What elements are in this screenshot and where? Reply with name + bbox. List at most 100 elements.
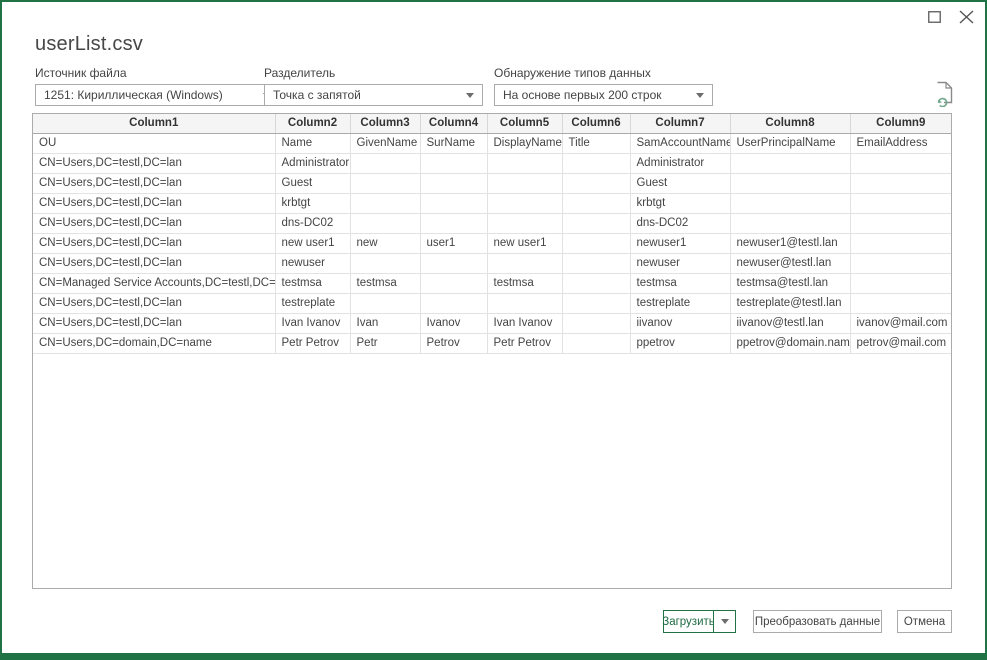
table-row: CN=Users,DC=testl,DC=lankrbtgtkrbtgt — [33, 193, 951, 213]
table-cell: new user1 — [487, 233, 562, 253]
column-header: Column3 — [350, 114, 420, 133]
load-button[interactable]: Загрузить — [663, 610, 714, 633]
table-cell: CN=Users,DC=testl,DC=lan — [33, 313, 275, 333]
table-cell: DisplayName — [487, 133, 562, 153]
type-detection-select[interactable]: На основе первых 200 строк — [494, 84, 713, 106]
table-cell — [487, 293, 562, 313]
table-cell — [730, 213, 850, 233]
table-cell — [420, 273, 487, 293]
table-cell: testreplate — [630, 293, 730, 313]
table-cell — [850, 273, 951, 293]
delimiter-select[interactable]: Точка с запятой — [264, 84, 483, 106]
table-cell — [730, 173, 850, 193]
table-cell: Petr — [350, 333, 420, 353]
table-cell: user1 — [420, 233, 487, 253]
maximize-icon — [928, 11, 941, 23]
table-cell — [420, 293, 487, 313]
table-cell: iivanov@testl.lan — [730, 313, 850, 333]
file-origin-field: Источник файла 1251: Кириллическая (Wind… — [35, 66, 280, 106]
column-header: Column1 — [33, 114, 275, 133]
data-preview-table: Column1Column2Column3Column4Column5Colum… — [32, 113, 952, 589]
table-cell — [562, 193, 630, 213]
table-cell: petrov@mail.com — [850, 333, 951, 353]
table-cell: newuser1 — [630, 233, 730, 253]
table-cell: EmailAddress — [850, 133, 951, 153]
table-cell — [562, 313, 630, 333]
table-cell: CN=Users,DC=testl,DC=lan — [33, 253, 275, 273]
column-header: Column5 — [487, 114, 562, 133]
table-cell — [730, 193, 850, 213]
table-cell — [350, 253, 420, 273]
table-cell: newuser1@testl.lan — [730, 233, 850, 253]
table-header-row: Column1Column2Column3Column4Column5Colum… — [33, 114, 951, 133]
table-cell — [487, 213, 562, 233]
table-cell: testmsa — [630, 273, 730, 293]
table-cell — [350, 153, 420, 173]
type-detection-value: На основе первых 200 строк — [503, 88, 690, 102]
table-cell — [420, 253, 487, 273]
table-cell: CN=Users,DC=testl,DC=lan — [33, 153, 275, 173]
transform-data-button[interactable]: Преобразовать данные — [753, 610, 882, 633]
table-cell: CN=Users,DC=testl,DC=lan — [33, 173, 275, 193]
table-cell: testmsa@testl.lan — [730, 273, 850, 293]
table-cell: iivanov — [630, 313, 730, 333]
load-split-arrow-button[interactable] — [713, 610, 736, 633]
table-cell: Petrov — [420, 333, 487, 353]
table-cell: GivenName — [350, 133, 420, 153]
refresh-preview-button[interactable] — [933, 81, 957, 107]
table-cell — [562, 253, 630, 273]
table-cell: Name — [275, 133, 350, 153]
table-cell: CN=Users,DC=testl,DC=lan — [33, 233, 275, 253]
table-cell — [850, 153, 951, 173]
table-cell: krbtgt — [630, 193, 730, 213]
table-row: CN=Users,DC=testl,DC=lannewusernewuserne… — [33, 253, 951, 273]
table-cell — [850, 173, 951, 193]
import-dialog: userList.csv Источник файла 1251: Кирилл… — [0, 0, 987, 660]
table-cell: UserPrincipalName — [730, 133, 850, 153]
table-cell: ppetrov@domain.name — [730, 333, 850, 353]
table-cell — [350, 173, 420, 193]
table-cell: newuser@testl.lan — [730, 253, 850, 273]
table-cell: Ivan — [350, 313, 420, 333]
table-cell — [420, 213, 487, 233]
table-cell: testreplate — [275, 293, 350, 313]
column-header: Column2 — [275, 114, 350, 133]
column-header: Column6 — [562, 114, 630, 133]
column-header: Column7 — [630, 114, 730, 133]
table-cell — [487, 253, 562, 273]
table-cell: newuser — [275, 253, 350, 273]
table-cell — [562, 333, 630, 353]
table-cell — [487, 153, 562, 173]
column-header: Column9 — [850, 114, 951, 133]
table-cell — [562, 173, 630, 193]
table-cell — [350, 293, 420, 313]
table-cell — [420, 153, 487, 173]
chevron-down-icon — [466, 93, 474, 98]
table-row: OUNameGivenNameSurNameDisplayNameTitleSa… — [33, 133, 951, 153]
delimiter-value: Точка с запятой — [273, 88, 460, 102]
table-cell — [850, 193, 951, 213]
maximize-button[interactable] — [925, 8, 943, 26]
file-origin-select[interactable]: 1251: Кириллическая (Windows) — [35, 84, 280, 106]
table-cell: testmsa — [350, 273, 420, 293]
table-cell — [730, 153, 850, 173]
table-cell — [420, 173, 487, 193]
table-row: CN=Users,DC=testl,DC=lanGuestGuest — [33, 173, 951, 193]
table-cell — [562, 213, 630, 233]
table-cell — [350, 213, 420, 233]
table-cell: SamAccountName — [630, 133, 730, 153]
close-button[interactable] — [957, 8, 975, 26]
table-cell: Administrator — [630, 153, 730, 173]
table-row: CN=Users,DC=domain,DC=namePetr PetrovPet… — [33, 333, 951, 353]
table-cell — [562, 273, 630, 293]
table-cell: dns-DC02 — [630, 213, 730, 233]
file-origin-value: 1251: Кириллическая (Windows) — [44, 88, 257, 102]
cancel-button[interactable]: Отмена — [897, 610, 952, 633]
table-row: CN=Users,DC=testl,DC=lanAdministratorAdm… — [33, 153, 951, 173]
table-cell: CN=Managed Service Accounts,DC=testl,DC=… — [33, 273, 275, 293]
table-cell: dns-DC02 — [275, 213, 350, 233]
table-cell: CN=Users,DC=testl,DC=lan — [33, 193, 275, 213]
delimiter-label: Разделитель — [264, 66, 483, 80]
table-cell: new — [350, 233, 420, 253]
table-cell: testreplate@testl.lan — [730, 293, 850, 313]
